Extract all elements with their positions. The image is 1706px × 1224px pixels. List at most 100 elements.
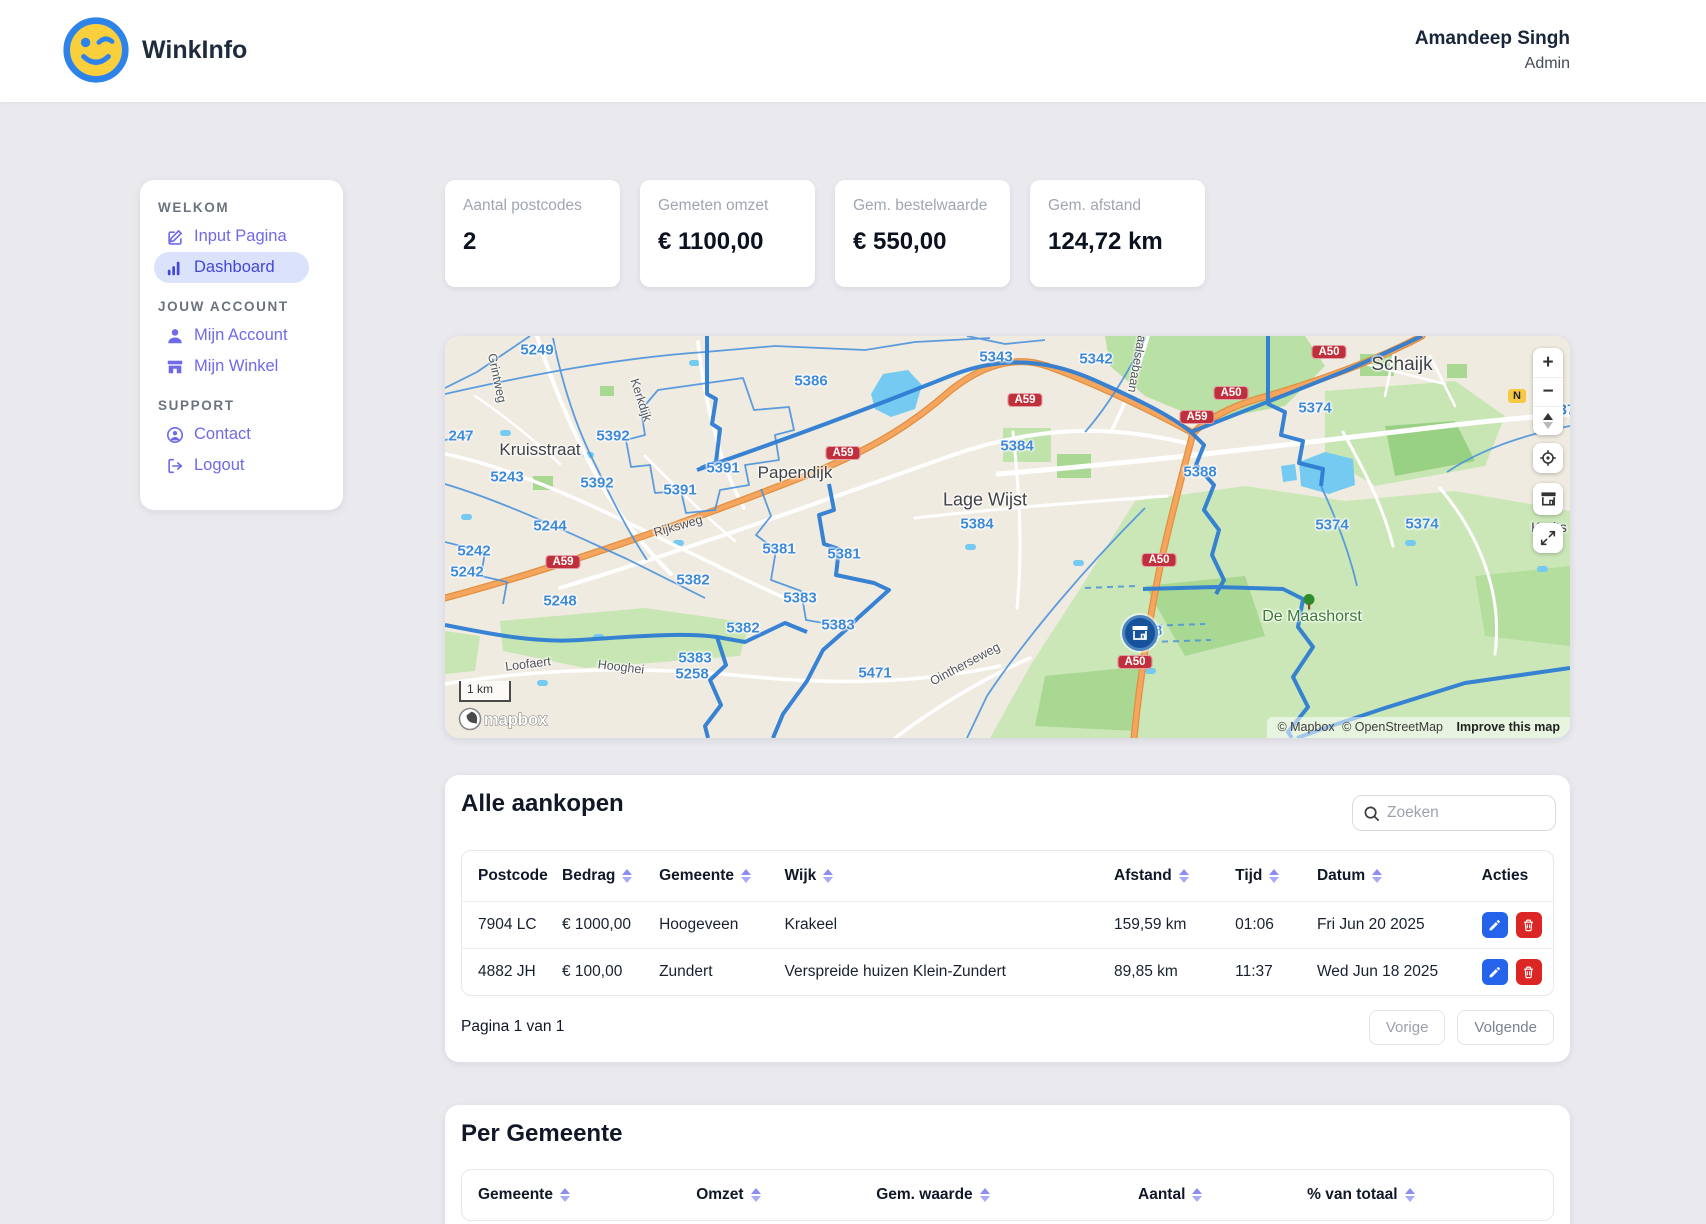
sort-icon[interactable]	[622, 869, 632, 883]
road-shield: A59	[1179, 410, 1214, 424]
cell-datum: Wed Jun 18 2025	[1301, 949, 1466, 996]
place-label: Schaijk	[1371, 354, 1432, 376]
improve-map-link[interactable]: Improve this map	[1457, 720, 1561, 734]
sidebar-item-mijn-account[interactable]: Mijn Account	[154, 320, 312, 351]
attribution-mapbox[interactable]: © Mapbox	[1277, 720, 1334, 734]
stat-label: Aantal postcodes	[463, 197, 602, 215]
col-afstand: Afstand	[1098, 851, 1219, 902]
cell-gemeente: Zundert	[643, 949, 768, 996]
sort-icon[interactable]	[1405, 1188, 1415, 1202]
cell-acties	[1466, 902, 1553, 949]
cell-wijk: Krakeel	[769, 902, 1098, 949]
sort-icon[interactable]	[980, 1188, 990, 1202]
cell-gemeente: Hoogeveen	[643, 902, 768, 949]
tilt-button[interactable]	[1533, 406, 1563, 435]
sidebar-item-contact[interactable]: Contact	[154, 419, 275, 450]
purchases-title: Alle aankopen	[461, 790, 624, 818]
edit-button[interactable]	[1482, 959, 1508, 985]
sidebar-item-label: Logout	[194, 456, 244, 475]
fullscreen-icon	[1539, 529, 1557, 547]
cell-acties	[1466, 949, 1553, 996]
sidebar-item-label: Input Pagina	[194, 227, 287, 246]
pencil-icon	[1488, 919, 1501, 932]
cell-postcode: 4882 JH	[462, 949, 546, 996]
pencil-icon	[1488, 966, 1501, 979]
cell-postcode: 7904 LC	[462, 902, 546, 949]
tilt-icon	[1543, 413, 1553, 429]
table-row: 7904 LC € 1000,00 Hoogeveen Krakeel 159,…	[462, 902, 1553, 949]
delete-button[interactable]	[1516, 912, 1542, 938]
sort-icon[interactable]	[1192, 1188, 1202, 1202]
store-marker-icon[interactable]	[1122, 615, 1158, 651]
sidebar-item-logout[interactable]: Logout	[154, 450, 268, 481]
sidebar-item-dashboard[interactable]: Dashboard	[154, 252, 309, 283]
geolocate-icon	[1539, 449, 1557, 467]
postcode-label: 5242	[450, 564, 483, 581]
sidebar-item-mijn-winkel[interactable]: Mijn Winkel	[154, 351, 302, 382]
place-label: Lage Wijst	[943, 490, 1027, 511]
sort-icon[interactable]	[741, 869, 751, 883]
purchases-panel: Alle aankopen Postcode Bedrag Gemeente W	[445, 775, 1570, 1062]
stat-value: 124,72 km	[1048, 228, 1187, 256]
sort-icon[interactable]	[560, 1188, 570, 1202]
svg-text:mapbox: mapbox	[484, 711, 548, 729]
table-row: 4882 JH € 100,00 Zundert Verspreide huiz…	[462, 949, 1553, 996]
postcode-label: 5374	[1405, 516, 1438, 533]
postcode-label: 5392	[580, 475, 613, 492]
previous-page-button[interactable]: Vorige	[1369, 1010, 1446, 1045]
col-aantal: Aantal	[1122, 1170, 1291, 1220]
geolocate-button[interactable]	[1533, 443, 1563, 473]
per-gemeente-panel: Per Gemeente Gemeente Omzet Gem. waarde …	[445, 1105, 1570, 1224]
road-label: Hooghei	[597, 657, 645, 677]
page-indicator: Pagina 1 van 1	[461, 1018, 564, 1036]
postcode-label: 5374	[1298, 400, 1331, 417]
map-scale: 1 km	[459, 681, 511, 702]
tree-icon	[1302, 594, 1316, 611]
postcode-label: 5244	[533, 518, 566, 535]
next-page-button[interactable]: Volgende	[1457, 1010, 1554, 1045]
postcode-label: 5374	[1315, 517, 1348, 534]
sidebar-item-label: Mijn Winkel	[194, 357, 278, 376]
map-zoom-controls: + −	[1533, 348, 1563, 435]
sort-icon[interactable]	[1179, 869, 1189, 883]
postcode-label: 5383	[678, 650, 711, 667]
zoom-in-button[interactable]: +	[1533, 348, 1563, 377]
delete-button[interactable]	[1516, 959, 1542, 985]
col-gemeente: Gemeente	[462, 1170, 680, 1220]
sidebar: WELKOM Input Pagina Dashboard JOUW ACCOU…	[140, 180, 343, 510]
postcode-label: 5471	[858, 665, 891, 682]
zoom-out-button[interactable]: −	[1533, 377, 1563, 406]
store-filter-button[interactable]	[1533, 483, 1563, 515]
search-input[interactable]	[1387, 804, 1537, 822]
road-shield: N	[1508, 389, 1526, 403]
sort-icon[interactable]	[823, 869, 833, 883]
postcode-label: 5382	[726, 620, 759, 637]
logout-icon	[166, 457, 184, 475]
map[interactable]: 5249247524353925392539153915244524252425…	[445, 336, 1570, 738]
cell-bedrag: € 100,00	[546, 949, 643, 996]
sidebar-section-account: JOUW ACCOUNT	[158, 299, 325, 314]
sort-icon[interactable]	[1269, 869, 1279, 883]
fullscreen-button[interactable]	[1533, 523, 1563, 553]
postcode-label: 247	[448, 428, 473, 445]
col-datum: Datum	[1301, 851, 1466, 902]
sort-icon[interactable]	[751, 1188, 761, 1202]
user-icon	[166, 327, 184, 345]
app-title: WinkInfo	[142, 36, 247, 65]
user-name: Amandeep Singh	[1415, 28, 1570, 50]
road-shield: A59	[1007, 393, 1042, 407]
edit-button[interactable]	[1482, 912, 1508, 938]
pagination: Pagina 1 van 1 Vorige Volgende	[461, 1007, 1554, 1047]
edit-icon	[166, 228, 184, 246]
col-pct-totaal: % van totaal	[1291, 1170, 1553, 1220]
sort-icon[interactable]	[1372, 869, 1382, 883]
sidebar-section-welkom: WELKOM	[158, 200, 325, 215]
per-gemeente-header-row: Gemeente Omzet Gem. waarde Aantal % van …	[462, 1170, 1553, 1220]
road-label: Rijksweg	[652, 512, 704, 539]
attribution-osm[interactable]: © OpenStreetMap	[1342, 720, 1443, 734]
postcode-label: 5386	[794, 373, 827, 390]
postcode-label: 5342	[1079, 351, 1112, 368]
sidebar-item-input-pagina[interactable]: Input Pagina	[154, 221, 311, 252]
place-label: Papendijk	[758, 463, 833, 483]
road-label: Kerkdijk	[627, 377, 654, 424]
